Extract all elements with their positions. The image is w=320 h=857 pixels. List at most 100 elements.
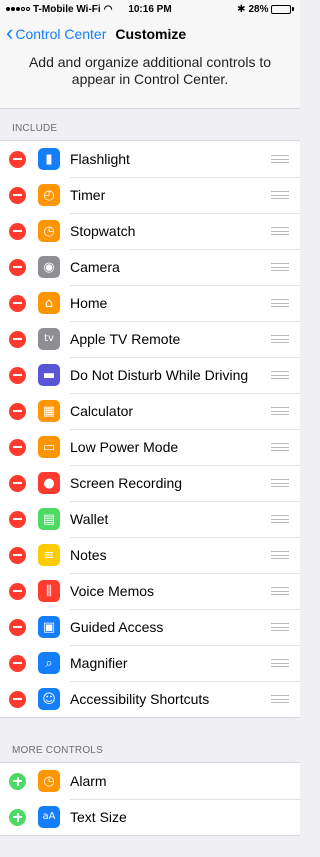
nav-bar: ‹ Control Center Customize	[0, 18, 300, 50]
camera-icon: ◉	[38, 256, 60, 278]
remove-button[interactable]	[9, 690, 26, 708]
minus-icon	[13, 698, 22, 700]
list-item-label: Screen Recording	[70, 475, 183, 491]
reorder-handle-icon[interactable]	[271, 155, 289, 163]
bluetooth-icon: ✱	[237, 3, 246, 15]
minus-icon	[13, 590, 22, 592]
status-bar: T-Mobile Wi-Fi ◠ 10:16 PM ✱ 28%	[0, 0, 300, 18]
wallet-icon: ▤	[38, 508, 60, 530]
add-button[interactable]	[9, 808, 26, 826]
reorder-handle-icon[interactable]	[271, 227, 289, 235]
minus-icon	[13, 554, 22, 556]
list-item-label: Low Power Mode	[70, 439, 179, 455]
battery-icon: ▭	[38, 436, 60, 458]
list-item-label: Flashlight	[70, 151, 130, 167]
list-item-label: Alarm	[70, 773, 107, 789]
minus-icon	[13, 662, 22, 664]
list-item-label: Home	[70, 295, 108, 311]
list-item-label: Text Size	[70, 809, 127, 825]
calculator-icon: ▦	[38, 400, 60, 422]
remove-button[interactable]	[9, 258, 26, 276]
more-controls-section-header: MORE CONTROLS	[12, 745, 103, 756]
remove-button[interactable]	[9, 654, 26, 672]
reorder-handle-icon[interactable]	[271, 407, 289, 415]
list-item: ⌂ Home	[0, 285, 300, 321]
list-item: ☺ Accessibility Shortcuts	[0, 681, 300, 717]
list-item: ▤ Wallet	[0, 501, 300, 537]
list-item: ▮ Flashlight	[0, 141, 300, 177]
more-controls-list: ◷ Alarm aA Text Size	[0, 762, 300, 836]
status-left: T-Mobile Wi-Fi ◠	[6, 4, 116, 15]
remove-button[interactable]	[9, 186, 26, 204]
list-item: ⌕ Magnifier	[0, 645, 300, 681]
reorder-handle-icon[interactable]	[271, 479, 289, 487]
list-item: ▭ Low Power Mode	[0, 429, 300, 465]
reorder-handle-icon[interactable]	[271, 191, 289, 199]
reorder-handle-icon[interactable]	[271, 587, 289, 595]
remove-button[interactable]	[9, 438, 26, 456]
reorder-handle-icon[interactable]	[271, 515, 289, 523]
remove-button[interactable]	[9, 510, 26, 528]
add-button[interactable]	[9, 772, 26, 790]
list-item-label: Notes	[70, 547, 107, 563]
carrier-label: T-Mobile Wi-Fi	[33, 3, 101, 15]
reorder-handle-icon[interactable]	[271, 551, 289, 559]
notes-icon: ≡	[38, 544, 60, 566]
remove-button[interactable]	[9, 546, 26, 564]
remove-button[interactable]	[9, 618, 26, 636]
list-item: ◴ Timer	[0, 177, 300, 213]
remove-button[interactable]	[9, 582, 26, 600]
list-item: aA Text Size	[0, 799, 300, 835]
apple-tv-icon: tv	[38, 328, 60, 350]
chevron-left-icon: ‹	[6, 20, 14, 45]
reorder-handle-icon[interactable]	[271, 659, 289, 667]
status-right: ✱ 28%	[184, 4, 294, 15]
home-icon: ⌂	[38, 292, 60, 314]
remove-button[interactable]	[9, 402, 26, 420]
intro-text: Add and organize additional controls to …	[0, 50, 300, 109]
reorder-handle-icon[interactable]	[271, 371, 289, 379]
list-item-label: Camera	[70, 259, 120, 275]
back-button-label: Control Center	[15, 26, 107, 42]
reorder-handle-icon[interactable]	[271, 623, 289, 631]
minus-icon	[13, 518, 22, 520]
list-item-label: Guided Access	[70, 619, 164, 635]
reorder-handle-icon[interactable]	[271, 299, 289, 307]
lock-icon: ▣	[38, 616, 60, 638]
list-item-label: Magnifier	[70, 655, 128, 671]
minus-icon	[13, 410, 22, 412]
minus-icon	[13, 194, 22, 196]
list-item: ▬ Do Not Disturb While Driving	[0, 357, 300, 393]
list-item-label: Stopwatch	[70, 223, 136, 239]
list-item: ▣ Guided Access	[0, 609, 300, 645]
reorder-handle-icon[interactable]	[271, 263, 289, 271]
include-list: ▮ Flashlight ◴ Timer ◷ Stopwatch ◉ Camera ⌂ Home t…	[0, 140, 300, 718]
alarm-icon: ◷	[38, 770, 60, 792]
minus-icon	[13, 302, 22, 304]
remove-button[interactable]	[9, 474, 26, 492]
car-icon: ▬	[38, 364, 60, 386]
list-item: ≡ Notes	[0, 537, 300, 573]
remove-button[interactable]	[9, 222, 26, 240]
list-item: ◷ Stopwatch	[0, 213, 300, 249]
list-item-label: Timer	[70, 187, 106, 203]
text-size-icon: aA	[38, 806, 60, 828]
reorder-handle-icon[interactable]	[271, 335, 289, 343]
list-item: ⫼ Voice Memos	[0, 573, 300, 609]
remove-button[interactable]	[9, 294, 26, 312]
reorder-handle-icon[interactable]	[271, 695, 289, 703]
minus-icon	[13, 446, 22, 448]
plus-icon	[13, 776, 22, 786]
minus-icon	[13, 482, 22, 484]
list-item-label: Calculator	[70, 403, 134, 419]
minus-icon	[13, 338, 22, 340]
list-item: tv Apple TV Remote	[0, 321, 300, 357]
reorder-handle-icon[interactable]	[271, 443, 289, 451]
remove-button[interactable]	[9, 330, 26, 348]
back-button[interactable]: ‹ Control Center	[0, 20, 107, 45]
remove-button[interactable]	[9, 366, 26, 384]
remove-button[interactable]	[9, 150, 26, 168]
minus-icon	[13, 374, 22, 376]
list-item: ◉ Camera	[0, 249, 300, 285]
signal-icon	[6, 7, 30, 11]
